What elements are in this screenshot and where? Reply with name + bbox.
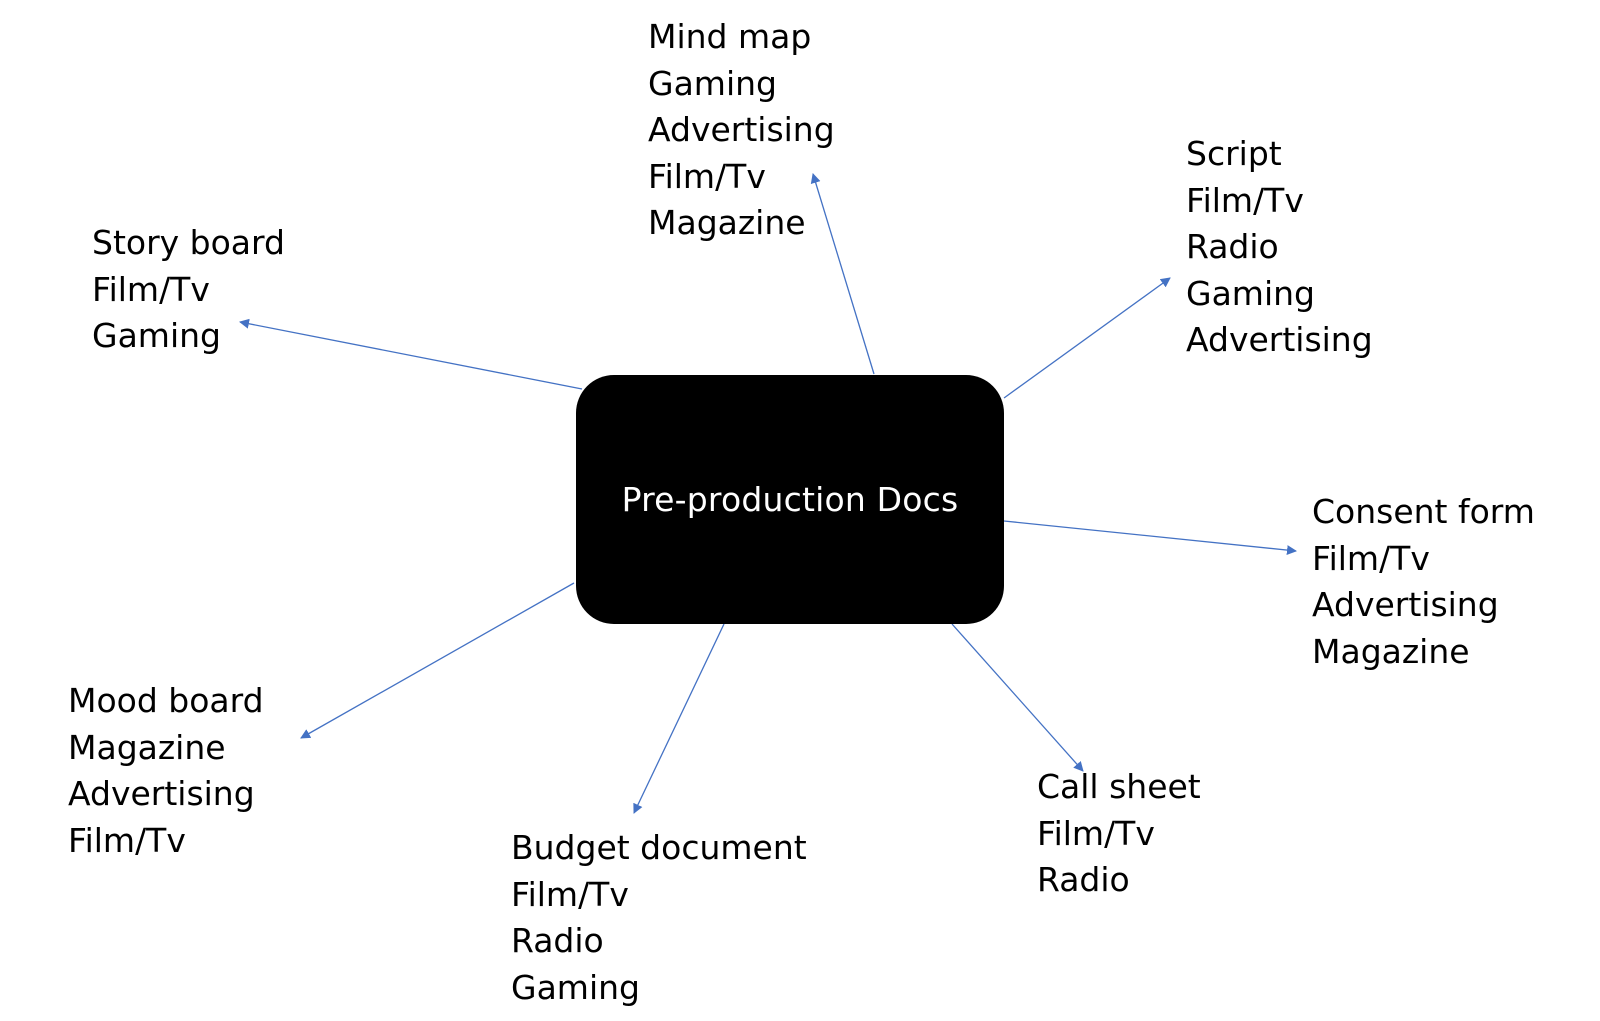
node-item: Film/Tv (1037, 813, 1155, 853)
center-node: Pre-production Docs (576, 375, 1004, 624)
node-title: Call sheet (1037, 767, 1201, 806)
node-item: Advertising (68, 774, 255, 813)
node-script: Script Film/Tv Radio Gaming Advertising (1186, 131, 1373, 364)
node-item: Film/Tv (1312, 538, 1430, 578)
arrow-to-script (1003, 277, 1171, 399)
node-item: Gaming (92, 316, 221, 355)
node-item: Radio (1186, 227, 1279, 266)
node-item: Advertising (1312, 585, 1499, 624)
node-title: Story board (92, 223, 285, 262)
arrow-to-mood-board (300, 582, 575, 739)
node-item: Film/Tv (1186, 180, 1304, 220)
node-item: Gaming (1186, 273, 1315, 313)
node-item: Gaming (511, 967, 640, 1007)
node-item: Magazine (648, 203, 806, 242)
node-title: Budget document (511, 828, 807, 867)
arrow-to-consent-form (1003, 520, 1297, 556)
arrow-to-story-board (239, 318, 583, 390)
node-budget-document: Budget document Film/Tv Radio Gaming (511, 825, 807, 1011)
node-item: Magazine (1312, 631, 1470, 671)
node-item: Magazine (68, 727, 226, 767)
node-item: Advertising (1186, 320, 1373, 359)
node-item: Film/Tv (511, 874, 629, 914)
node-title: Mood board (68, 681, 264, 720)
center-node-label: Pre-production Docs (621, 480, 959, 519)
node-call-sheet: Call sheet Film/Tv Radio (1037, 764, 1201, 904)
node-item: Film/Tv (648, 156, 766, 196)
node-item: Radio (511, 921, 604, 960)
node-item: Advertising (648, 110, 835, 149)
node-story-board: Story board Film/Tv Gaming (92, 220, 285, 360)
node-title: Mind map (648, 17, 812, 56)
arrow-to-call-sheet (951, 623, 1084, 772)
node-title: Consent form (1312, 492, 1535, 531)
node-consent-form: Consent form Film/Tv Advertising Magazin… (1312, 489, 1535, 675)
node-mind-map: Mind map Gaming Advertising Film/Tv Maga… (648, 14, 835, 247)
node-item: Radio (1037, 860, 1130, 899)
node-title: Script (1186, 134, 1282, 173)
node-item: Film/Tv (92, 269, 210, 309)
node-mood-board: Mood board Magazine Advertising Film/Tv (68, 678, 264, 864)
arrow-to-budget (633, 623, 725, 814)
node-item: Film/Tv (68, 820, 186, 860)
node-item: Gaming (648, 63, 777, 103)
